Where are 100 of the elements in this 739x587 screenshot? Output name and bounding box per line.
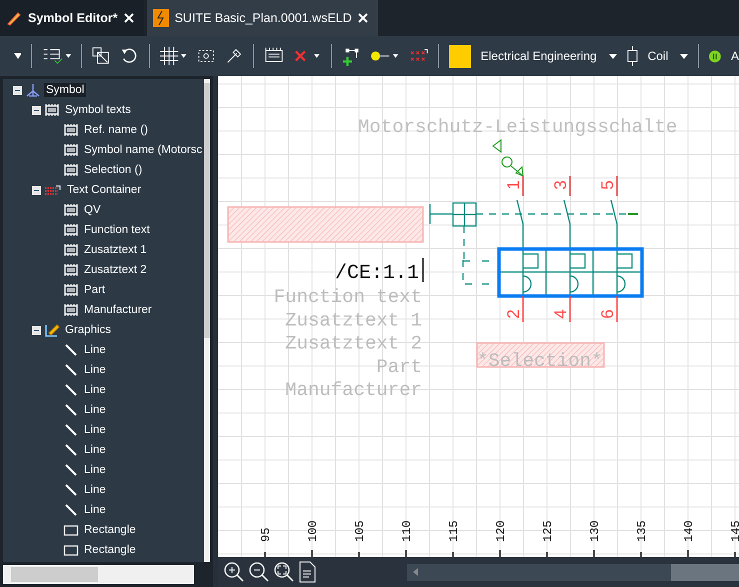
ruler-label: 135 xyxy=(635,520,649,542)
line-icon xyxy=(63,383,79,397)
placeholder-text: Zusatztext 1 xyxy=(285,309,422,332)
cross-grid-icon[interactable] xyxy=(410,48,428,64)
zoom-in-icon[interactable] xyxy=(224,562,244,582)
terminal-label: 4 xyxy=(551,309,570,319)
tree-item[interactable]: Line xyxy=(82,483,108,497)
collapse-toggle[interactable] xyxy=(32,326,41,334)
text-icon xyxy=(63,163,79,177)
drawing-canvas[interactable]: Motorschutz-Leistungsschalte /CE:1.1 Function text Zusatztext 1 Zusatztext 2 Part Manufacturer *Selection* 1 3 5 2 4 6 95 100 105 110 115 120 125 130 135 140 145 xyxy=(218,76,739,557)
tree-item[interactable]: Line xyxy=(82,443,108,457)
ruler-label: 145 xyxy=(729,520,739,542)
text-icon xyxy=(63,303,79,317)
text-icon xyxy=(63,223,79,237)
ruler-label: 95 xyxy=(259,528,273,542)
tree-item[interactable]: Line xyxy=(82,383,108,397)
pin-icon[interactable] xyxy=(370,50,400,62)
tree-item[interactable]: Line xyxy=(82,343,108,357)
line-icon xyxy=(63,423,79,437)
placeholder-text: Part xyxy=(376,356,422,378)
tree-item[interactable]: QV xyxy=(82,203,103,217)
symbol-type-dropdown[interactable]: Coil xyxy=(648,49,688,63)
coil-icon xyxy=(626,45,638,67)
symbol-name-text: Motorschutz-Leistungsschalte xyxy=(358,116,678,138)
horizontal-scrollbar[interactable] xyxy=(407,564,739,580)
layer-color-swatch[interactable] xyxy=(448,44,471,68)
text-icon xyxy=(63,283,79,297)
ruler-label: 110 xyxy=(400,520,414,542)
caret-icon xyxy=(608,54,617,58)
terminal-label: 5 xyxy=(598,180,617,190)
line-icon xyxy=(63,363,79,377)
container-icon xyxy=(44,183,62,197)
collapse-toggle[interactable] xyxy=(13,86,22,94)
pencil-icon xyxy=(6,10,22,26)
text-icon xyxy=(44,103,60,117)
tree-item[interactable]: Line xyxy=(82,463,108,477)
tree-item[interactable]: Function text xyxy=(82,223,152,237)
tree-item[interactable]: Rectangle xyxy=(82,543,138,557)
ruler-label: 130 xyxy=(588,520,602,542)
line-icon xyxy=(63,443,79,457)
lightning-icon xyxy=(152,9,169,27)
resize-icon[interactable] xyxy=(92,46,110,66)
caret-icon xyxy=(680,54,688,58)
ruler-label: 140 xyxy=(682,520,696,542)
tree-item[interactable]: Symbol texts xyxy=(63,103,133,117)
horizontal-scrollbar[interactable] xyxy=(3,565,194,584)
discipline-dropdown[interactable]: Electrical Engineering xyxy=(480,49,617,63)
grid-icon[interactable] xyxy=(160,46,187,66)
close-icon[interactable] xyxy=(358,13,368,23)
placeholder-text: Function text xyxy=(274,286,422,308)
mode-label[interactable]: A xyxy=(731,49,739,63)
ruler-label: 105 xyxy=(353,520,367,542)
ruler-label: 120 xyxy=(494,520,508,542)
ruler-label: 115 xyxy=(447,520,461,542)
terminal-label: 2 xyxy=(504,309,523,319)
zoom-out-icon[interactable] xyxy=(249,562,269,582)
tree-item[interactable]: Manufacturer xyxy=(82,303,154,317)
tree-item[interactable]: Part xyxy=(82,283,108,297)
text-icon xyxy=(63,243,79,257)
text-cursor-mark xyxy=(422,258,424,282)
ruler-label: 125 xyxy=(541,520,555,542)
edit-document-icon[interactable] xyxy=(299,561,317,583)
document-tab[interactable]: Symbol Editor* xyxy=(0,0,144,36)
pencil-icon xyxy=(44,322,60,338)
placeholder-text: Manufacturer xyxy=(285,379,422,402)
tree-item[interactable]: Text Container xyxy=(65,183,144,197)
text-icon xyxy=(63,263,79,277)
tree-item[interactable]: Line xyxy=(82,363,108,377)
text-icon xyxy=(63,143,79,157)
line-icon xyxy=(63,403,79,417)
reference-text: /CE:1.1 xyxy=(334,262,419,285)
tree-item[interactable]: Selection () xyxy=(82,163,144,177)
scroll-left-icon[interactable] xyxy=(413,568,418,576)
rectangle-icon xyxy=(63,523,79,537)
tree-item[interactable]: Line xyxy=(82,423,108,437)
tree-item[interactable]: Zusatztext 2 xyxy=(82,263,149,277)
close-icon[interactable] xyxy=(124,13,134,23)
tree-item[interactable]: Line xyxy=(82,503,108,517)
collapse-toggle[interactable] xyxy=(32,186,41,194)
zoom-fit-icon[interactable] xyxy=(274,562,294,582)
delete-icon[interactable] xyxy=(294,48,322,64)
document-tab[interactable]: SUITE Basic_Plan.0001.wsELD xyxy=(146,0,378,36)
line-icon xyxy=(63,463,79,477)
placeholder-text: Zusatztext 2 xyxy=(285,332,422,355)
line-icon xyxy=(63,483,79,497)
tree-item[interactable]: Ref. name () xyxy=(82,123,150,137)
tree-item[interactable]: Symbol xyxy=(44,83,86,97)
status-icon[interactable] xyxy=(709,50,721,62)
collapse-toggle[interactable] xyxy=(32,106,41,114)
tree-item[interactable]: Zusatztext 1 xyxy=(82,243,149,257)
tree-item[interactable]: Graphics xyxy=(63,323,114,337)
terminal-label: 3 xyxy=(551,180,570,190)
list-check-icon[interactable] xyxy=(42,46,72,66)
tree-item[interactable]: Line xyxy=(82,403,108,417)
symbol-icon xyxy=(25,82,41,98)
caret-icon[interactable] xyxy=(14,53,22,59)
tree-item[interactable]: Symbol name (Motorsc xyxy=(82,143,204,157)
rotate-icon[interactable] xyxy=(120,46,139,66)
terminal-label: 1 xyxy=(504,180,523,190)
tree-item[interactable]: Rectangle xyxy=(82,523,138,537)
